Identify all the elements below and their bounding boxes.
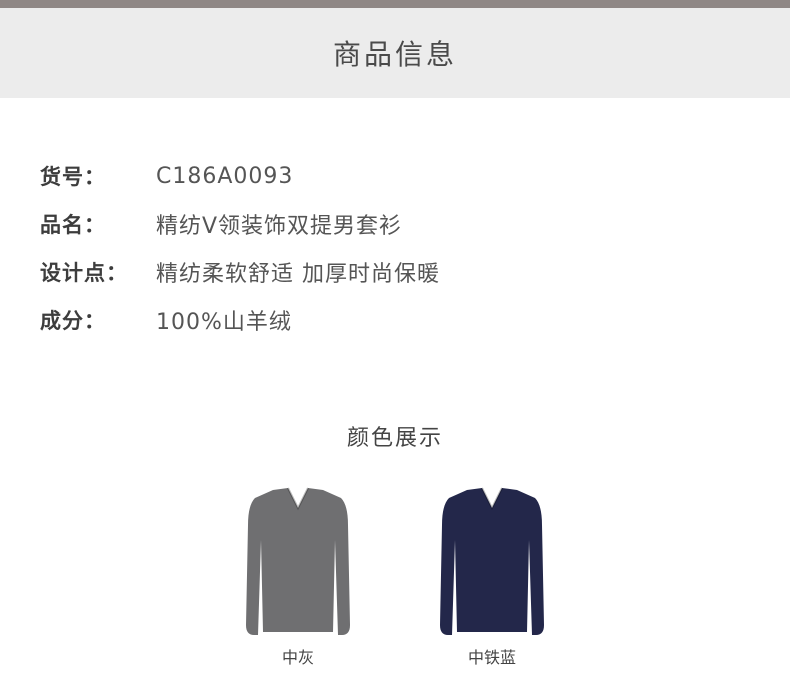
color-name-navy: 中铁蓝 — [467, 648, 516, 667]
design-label: 设计点： — [40, 261, 128, 285]
sku-value: C186A0093 — [156, 163, 294, 189]
page-title: 商品信息 — [332, 38, 457, 71]
info-row-sku: 货号： C186A0093 — [40, 152, 440, 200]
info-row-design: 设计点： 精纺柔软舒适 加厚时尚保暖 — [40, 248, 440, 296]
color-swatch-navy: 中铁蓝 — [422, 480, 562, 668]
info-row-composition: 成分： 100%山羊绒 — [40, 296, 440, 344]
info-row-product-name: 品名： 精纺V领装饰双提男套衫 — [40, 200, 440, 248]
product-name-value: 精纺V领装饰双提男套衫 — [156, 214, 403, 239]
navy-sweater-image — [440, 487, 544, 635]
sku-label: 货号： — [40, 165, 106, 189]
color-section-title: 颜色展示 — [346, 426, 443, 451]
composition-label: 成分： — [40, 309, 106, 333]
product-name-label: 品名： — [40, 213, 106, 237]
section-header: 商品信息 — [0, 8, 790, 98]
color-name-gray: 中灰 — [281, 648, 314, 667]
gray-sweater-image — [246, 487, 350, 635]
composition-value: 100%山羊绒 — [156, 310, 292, 335]
design-value: 精纺柔软舒适 加厚时尚保暖 — [156, 262, 440, 287]
top-accent-bar — [0, 0, 790, 8]
product-info-list: 货号： C186A0093 品名： 精纺V领装饰双提男套衫 设计点： 精纺柔软舒… — [40, 152, 440, 344]
color-swatch-gray: 中灰 — [228, 480, 368, 668]
